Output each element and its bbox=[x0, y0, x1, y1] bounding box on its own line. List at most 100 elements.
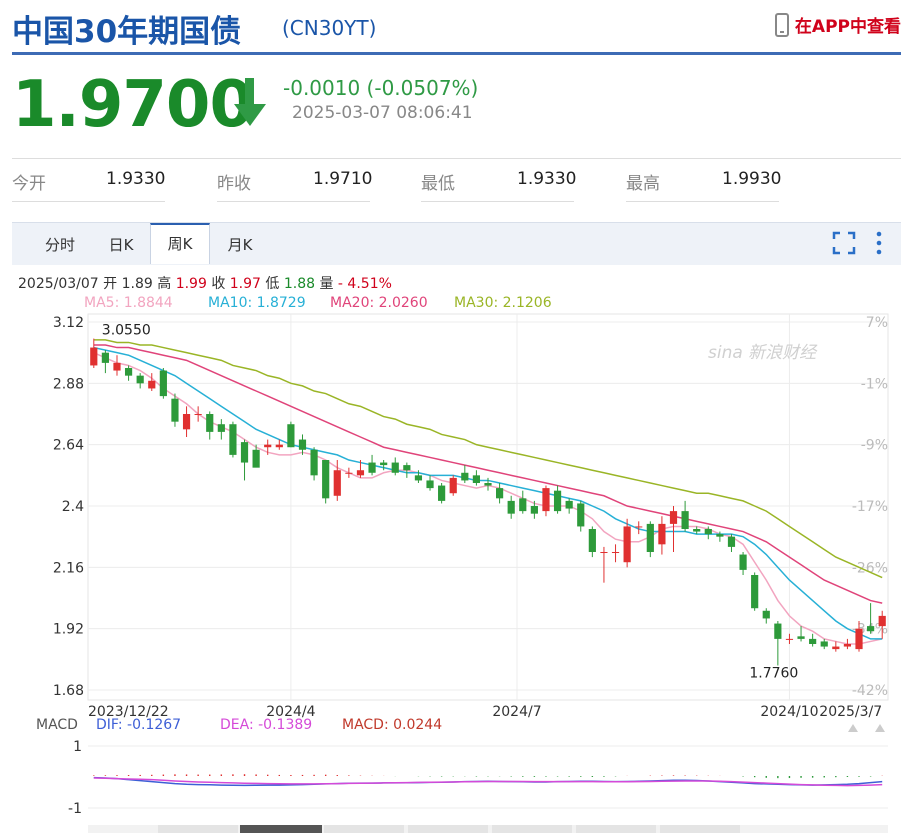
fullscreen-icon[interactable] bbox=[832, 231, 856, 255]
candle-body bbox=[461, 472, 469, 481]
y-tick-label: 1.68 bbox=[53, 683, 84, 699]
stat-value: 1.9330 bbox=[106, 169, 166, 189]
pct-tick-label: -26% bbox=[852, 560, 888, 576]
title-bar: 中国30年期国债 (CN30YT) 在APP中查看 bbox=[12, 0, 901, 55]
candle-body bbox=[345, 472, 353, 474]
candle-body bbox=[693, 529, 701, 532]
scroll-right-icon bbox=[875, 724, 885, 732]
range-selector-strip[interactable] bbox=[88, 818, 888, 833]
pct-tick-label: -9% bbox=[861, 438, 888, 454]
stat-label: 最低 bbox=[421, 174, 455, 194]
candle-body bbox=[368, 462, 376, 473]
info-close: 1.97 bbox=[229, 276, 261, 292]
y-tick-label: 2.88 bbox=[53, 376, 84, 392]
candle-body bbox=[414, 475, 423, 481]
pct-tick-label: -17% bbox=[852, 499, 888, 515]
candle-body bbox=[542, 488, 550, 512]
ma20-legend: MA20: 2.0260 bbox=[330, 295, 428, 311]
info-vol: - 4.51% bbox=[337, 276, 392, 292]
y-tick-label: 3.12 bbox=[53, 315, 84, 331]
last-price: 1.9700 bbox=[12, 68, 254, 142]
candle-body bbox=[438, 485, 446, 501]
candle-body bbox=[716, 534, 724, 537]
candle-body bbox=[484, 483, 492, 486]
tab-daily-k[interactable]: 日K bbox=[92, 223, 150, 265]
x-tick-label: 2024/7 bbox=[492, 704, 541, 720]
info-high: 1.99 bbox=[175, 276, 207, 292]
candle-body bbox=[704, 529, 712, 535]
candle-body bbox=[171, 398, 179, 422]
scroll-left-icon bbox=[848, 724, 858, 732]
chart-tabs: 分时 日K 周K 月K bbox=[12, 222, 901, 265]
candle-body bbox=[101, 352, 109, 363]
open-in-app-link[interactable]: 在APP中查看 bbox=[774, 12, 901, 37]
tab-weekly-k[interactable]: 周K bbox=[150, 223, 210, 264]
stat-label: 昨收 bbox=[217, 174, 251, 194]
candle-body bbox=[380, 462, 388, 466]
candle-body bbox=[391, 462, 399, 473]
candle-body bbox=[762, 610, 770, 619]
candle-body bbox=[727, 536, 736, 547]
ma10-legend: MA10: 1.8729 bbox=[208, 295, 306, 311]
candle-body bbox=[124, 368, 133, 376]
info-low-label: 低 bbox=[265, 276, 280, 292]
quote-time: 2025-03-07 08:06:41 bbox=[292, 103, 473, 123]
candle-body bbox=[356, 470, 365, 476]
watermark-logo: sina 新浪财经 bbox=[708, 343, 818, 363]
candle-body bbox=[90, 347, 98, 366]
info-high-label: 高 bbox=[157, 276, 172, 292]
candle-body bbox=[530, 506, 538, 514]
pct-tick-label: 7% bbox=[866, 315, 888, 331]
candle-body bbox=[507, 500, 515, 514]
candle-body bbox=[298, 439, 307, 450]
candle-body bbox=[600, 552, 608, 553]
pct-tick-label: -34% bbox=[852, 622, 888, 638]
stat-value: 1.9710 bbox=[313, 169, 373, 189]
macd-value-legend: MACD: 0.0244 bbox=[342, 717, 443, 733]
info-open-label: 开 bbox=[103, 276, 118, 292]
candle-body bbox=[635, 526, 643, 528]
y-tick-label: 2.64 bbox=[53, 438, 84, 454]
tab-monthly-k[interactable]: 月K bbox=[210, 223, 270, 265]
candle-body bbox=[669, 511, 678, 524]
stats-row: 今开 1.9330 昨收 1.9710 最低 1.9330 最高 1.9930 bbox=[12, 158, 901, 203]
stat-high: 最高 1.9930 bbox=[626, 169, 781, 194]
ma5-legend: MA5: 1.8844 bbox=[84, 295, 173, 311]
phone-icon bbox=[774, 12, 789, 37]
candle-body bbox=[472, 475, 480, 483]
candle-body bbox=[217, 424, 225, 432]
candle-body bbox=[426, 480, 434, 489]
ticker-code: (CN30YT) bbox=[282, 16, 377, 40]
candle-body bbox=[785, 638, 794, 640]
ma20-line bbox=[93, 344, 883, 604]
candle-body bbox=[577, 503, 585, 527]
ma30-line bbox=[93, 339, 883, 579]
info-close-label: 收 bbox=[211, 276, 226, 292]
price-change: -0.0010 (-0.0507%) bbox=[283, 76, 479, 100]
tab-intraday[interactable]: 分时 bbox=[32, 223, 88, 265]
x-tick-label: 2024/10 bbox=[760, 704, 818, 720]
candle-body bbox=[252, 449, 260, 468]
candle-body bbox=[843, 644, 852, 647]
stat-value: 1.9330 bbox=[517, 169, 577, 189]
stat-label: 最高 bbox=[626, 174, 660, 194]
candle-body bbox=[322, 460, 330, 499]
candle-body bbox=[751, 575, 759, 609]
down-arrow-icon bbox=[234, 78, 266, 126]
candle-body bbox=[496, 488, 504, 499]
more-menu-icon[interactable] bbox=[874, 231, 884, 255]
candle-body bbox=[611, 552, 620, 553]
candle-body bbox=[287, 424, 295, 448]
ma30-legend: MA30: 2.1206 bbox=[454, 295, 552, 311]
plot-frame bbox=[87, 313, 889, 701]
candle-body bbox=[275, 444, 283, 448]
candle-body bbox=[264, 444, 272, 448]
macd-dif-legend: DIF: -0.1267 bbox=[96, 717, 182, 733]
pct-tick-label: -1% bbox=[861, 376, 888, 392]
candle-body bbox=[159, 370, 167, 397]
candle-body bbox=[646, 523, 654, 552]
candle-body bbox=[565, 500, 573, 509]
min-annotation: 1.7760 bbox=[749, 665, 798, 681]
candle-body bbox=[739, 554, 747, 570]
info-date: 2025/03/07 bbox=[18, 276, 99, 292]
